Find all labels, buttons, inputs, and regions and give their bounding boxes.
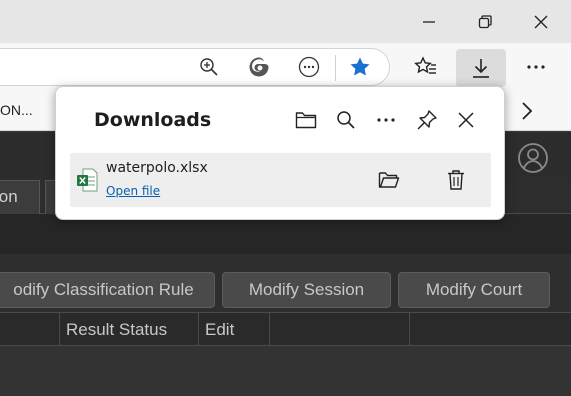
column-header-result-status[interactable]: Result Status (60, 313, 199, 346)
favorites-button[interactable] (410, 51, 442, 83)
star-icon (350, 57, 370, 76)
close-window-button[interactable] (513, 0, 569, 43)
modify-session-button[interactable]: Modify Session (222, 272, 391, 308)
user-avatar-icon[interactable] (517, 142, 549, 174)
window-title-bar (0, 0, 571, 43)
minimize-button[interactable] (401, 0, 457, 43)
column-header[interactable] (270, 313, 410, 346)
more-icon (298, 56, 320, 78)
pin-downloads-button[interactable] (413, 106, 441, 134)
search-icon (337, 111, 355, 129)
delete-download-button[interactable] (442, 166, 470, 194)
ellipsis-icon (527, 65, 545, 69)
extensions-button[interactable] (293, 51, 325, 83)
favorites-icon (414, 56, 436, 74)
show-in-folder-button[interactable] (375, 166, 403, 194)
zoom-button[interactable] (193, 51, 225, 83)
favorites-bar-item[interactable]: ON... (0, 102, 33, 118)
app-content-area (0, 214, 571, 254)
downloads-more-options-button[interactable] (372, 106, 400, 134)
download-file-name: waterpolo.xlsx (106, 160, 208, 176)
ellipsis-icon (377, 118, 395, 122)
folder-open-icon (378, 172, 400, 188)
modify-court-button[interactable]: Modify Court (398, 272, 550, 308)
table-body (0, 346, 571, 396)
restore-icon (478, 14, 492, 28)
open-downloads-folder-button[interactable] (292, 106, 320, 134)
downloads-panel: Downloads waterpolo.xlsx Open file (55, 86, 505, 220)
trash-icon (448, 170, 464, 190)
download-item[interactable]: waterpolo.xlsx Open file (70, 153, 491, 207)
edge-icon (249, 57, 269, 77)
app-button-row: odify Classification Rule Modify Session… (0, 254, 571, 312)
minimize-icon (423, 20, 435, 23)
column-header[interactable] (0, 313, 60, 346)
download-icon (473, 59, 489, 78)
folder-icon (295, 112, 317, 129)
downloads-panel-title: Downloads (94, 109, 212, 131)
close-icon (458, 112, 474, 128)
close-icon (534, 15, 548, 28)
modify-classification-rule-button[interactable]: odify Classification Rule (0, 272, 215, 308)
settings-and-more-button[interactable] (520, 51, 552, 83)
open-file-link[interactable]: Open file (106, 184, 160, 198)
column-header-edit[interactable]: Edit (199, 313, 270, 346)
app-tab[interactable]: ion (0, 180, 40, 214)
toolbar-separator (335, 55, 336, 81)
zoom-in-icon (200, 58, 218, 76)
restore-button[interactable] (457, 0, 513, 43)
excel-file-icon (77, 168, 98, 192)
pin-icon (417, 110, 437, 130)
favorite-button[interactable] (344, 51, 376, 83)
table-header: Result Status Edit (0, 312, 571, 346)
downloads-button[interactable] (456, 49, 506, 87)
close-downloads-button[interactable] (452, 106, 480, 134)
edge-button[interactable] (243, 51, 275, 83)
search-downloads-button[interactable] (332, 106, 360, 134)
chevron-right-icon[interactable] (516, 99, 538, 123)
